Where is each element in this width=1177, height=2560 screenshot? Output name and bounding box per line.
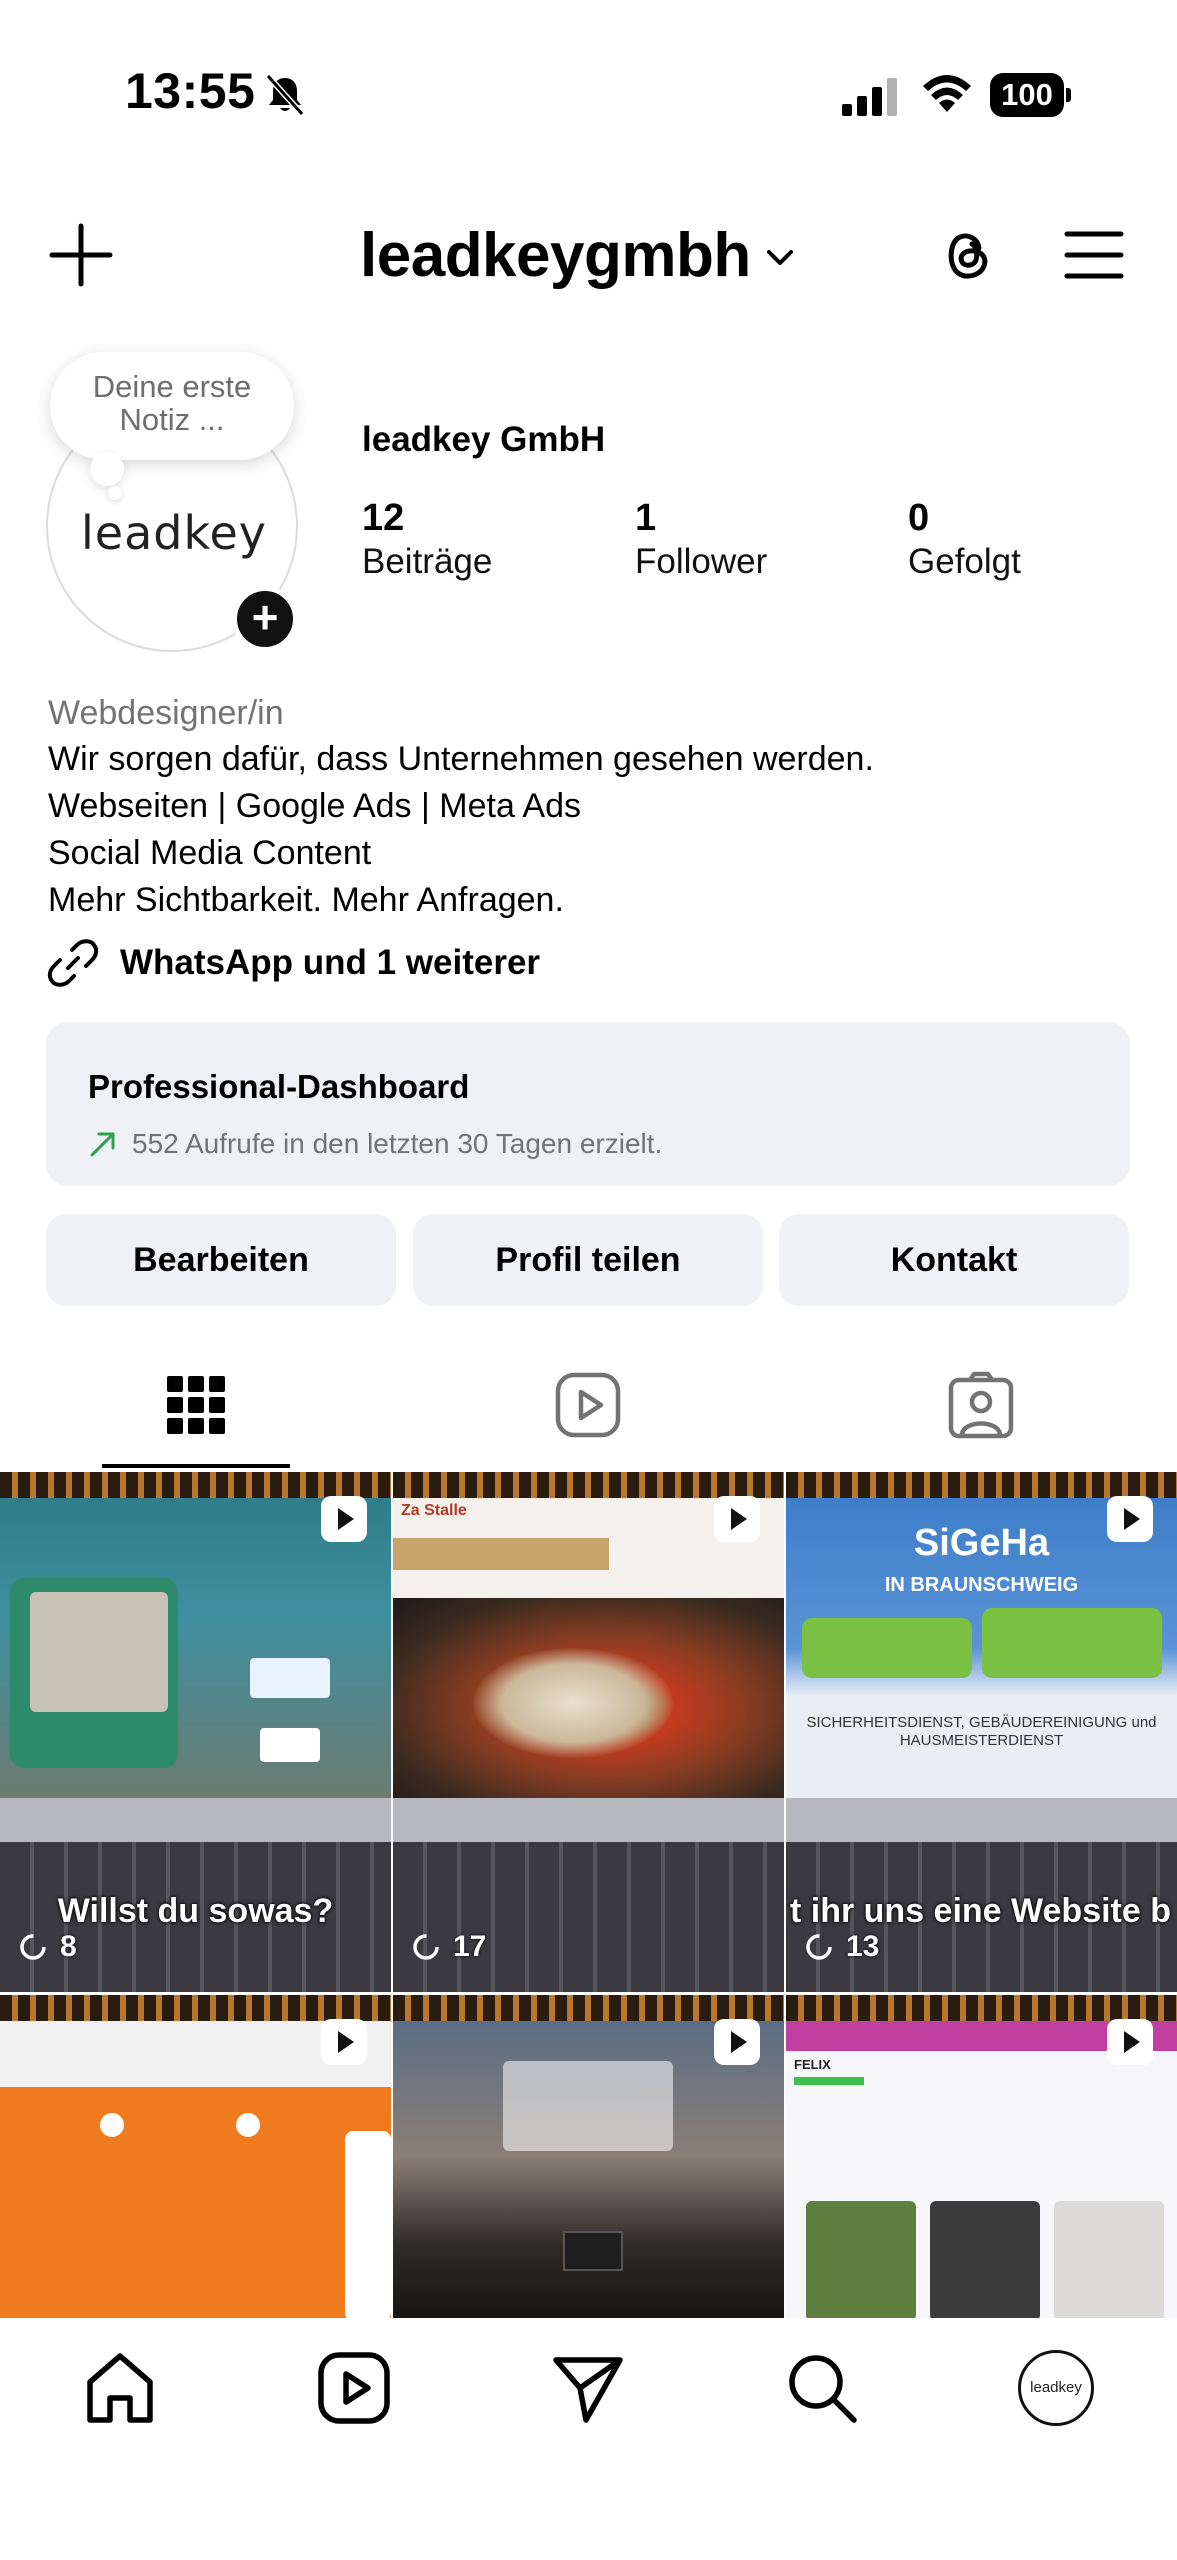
home-icon[interactable] (82, 2350, 158, 2426)
create-plus-icon[interactable] (48, 222, 114, 288)
dashboard-title: Professional-Dashboard (88, 1068, 470, 1105)
post-thumbnail[interactable]: Za Stalle 17 (393, 1472, 784, 1992)
wifi-icon (923, 75, 971, 112)
profile-bio: Webdesigner/in Wir sorgen dafür, dass Un… (48, 690, 1128, 924)
post-thumbnail[interactable] (393, 1995, 784, 2318)
battery-level: 100 (990, 73, 1064, 117)
screen-body: SICHERHEITSDIENST, GEBÄUDEREINIGUNG und … (806, 1714, 1157, 1749)
reel-badge-icon (321, 1496, 367, 1542)
chevron-down-icon (766, 250, 793, 265)
post-views: 17 (411, 1930, 486, 1964)
views-icon (806, 1934, 832, 1960)
grid-icon[interactable] (161, 1370, 231, 1440)
screen-subtitle: IN BRAUNSCHWEIG (884, 1574, 1079, 1596)
stat-posts[interactable]: 12 Beiträge (362, 496, 492, 584)
link-icon (47, 939, 99, 987)
battery-indicator: 100 (990, 73, 1071, 117)
bio-links[interactable]: WhatsApp und 1 weiterer (46, 936, 540, 990)
bio-line: Social Media Content (48, 834, 372, 872)
bio-links-text: WhatsApp und 1 weiterer (120, 943, 541, 982)
menu-hamburger-icon[interactable] (1064, 228, 1124, 282)
bell-muted-icon (265, 73, 305, 117)
avatar-logo-text: leadkey (81, 506, 267, 560)
note-bubble-tail-small (108, 486, 122, 500)
professional-dashboard[interactable]: Professional-Dashboard 552 Aufrufe in de… (46, 1022, 1130, 1186)
trend-up-arrow-icon (90, 1132, 115, 1157)
stat-label: Follower (635, 542, 768, 581)
post-thumbnail[interactable] (0, 1995, 391, 2318)
post-view-count: 8 (60, 1930, 77, 1963)
profile-avatar[interactable]: leadkey (1018, 2350, 1094, 2426)
bio-line: Mehr Sichtbarkeit. Mehr Anfragen. (48, 881, 564, 919)
bottom-navigation: leadkey (0, 2318, 1177, 2560)
profile-tabs (0, 1340, 1177, 1470)
dashboard-subtitle: 552 Aufrufe in den letzten 30 Tagen erzi… (132, 1128, 663, 1159)
stat-following[interactable]: 0 Gefolgt (908, 496, 1021, 584)
post-caption: t ihr uns eine Website b (790, 1892, 1171, 1930)
post-view-count: 13 (846, 1930, 880, 1963)
stat-label: Beiträge (362, 542, 493, 581)
views-icon (413, 1934, 439, 1960)
messages-icon[interactable] (550, 2350, 626, 2426)
reel-badge-icon (714, 2019, 760, 2065)
stat-value: 1 (635, 497, 657, 539)
contact-button[interactable]: Kontakt (779, 1214, 1129, 1306)
username: leadkeygmbh (360, 220, 751, 290)
stat-label: Gefolgt (908, 542, 1021, 581)
signal-icon (842, 78, 897, 116)
note-placeholder-line2: Notiz ... (119, 402, 225, 437)
screen-label: Za Stalle (401, 1502, 467, 1519)
status-bar: 13:55 100 (0, 0, 1177, 190)
post-view-count: 17 (453, 1930, 487, 1963)
profile-header: leadkeygmbh (0, 200, 1177, 310)
bio-line: Webseiten | Google Ads | Meta Ads (48, 787, 582, 825)
tagged-icon[interactable] (946, 1370, 1016, 1440)
active-tab-indicator (102, 1464, 290, 1468)
bio-category: Webdesigner/in (48, 694, 284, 732)
share-profile-button[interactable]: Profil teilen (413, 1214, 763, 1306)
post-thumbnail[interactable]: FELIX (786, 1995, 1177, 2318)
reel-badge-icon (1107, 2019, 1153, 2065)
post-thumbnail[interactable]: Willst du sowas? 8 (0, 1472, 391, 1992)
stat-followers[interactable]: 1 Follower (635, 496, 767, 584)
note-bubble-tail (90, 452, 124, 486)
account-switcher[interactable]: leadkeygmbh (360, 220, 797, 290)
post-caption: Willst du sowas? (57, 1892, 334, 1930)
status-time: 13:55 (125, 63, 256, 119)
stat-value: 12 (362, 497, 405, 539)
note-placeholder-line1: Deine erste (92, 369, 252, 404)
reels-icon[interactable] (316, 2350, 392, 2426)
reel-badge-icon (321, 2019, 367, 2065)
display-name: leadkey GmbH (362, 420, 606, 459)
post-views: 8 (18, 1930, 77, 1964)
search-icon[interactable] (784, 2350, 860, 2426)
posts-grid: Willst du sowas? 8 Za Stalle 17 SiGeHa I… (0, 1472, 1177, 2318)
note-bubble[interactable]: Deine erste Notiz ... (50, 352, 294, 460)
post-thumbnail[interactable]: SiGeHa IN BRAUNSCHWEIG SICHERHEITSDIENST… (786, 1472, 1177, 1992)
reels-icon[interactable] (553, 1370, 623, 1440)
dashboard-subtitle-row: 552 Aufrufe in den letzten 30 Tagen erzi… (88, 1128, 662, 1160)
threads-icon[interactable] (934, 222, 1000, 288)
add-story-button[interactable]: + (232, 586, 298, 652)
reel-badge-icon (1107, 1496, 1153, 1542)
screen-label: FELIX (794, 2057, 831, 2072)
bio-line: Wir sorgen dafür, dass Unternehmen geseh… (48, 740, 874, 778)
stat-value: 0 (908, 497, 930, 539)
reel-badge-icon (714, 1496, 760, 1542)
post-views: 13 (804, 1930, 879, 1964)
edit-profile-button[interactable]: Bearbeiten (46, 1214, 396, 1306)
views-icon (20, 1934, 46, 1960)
